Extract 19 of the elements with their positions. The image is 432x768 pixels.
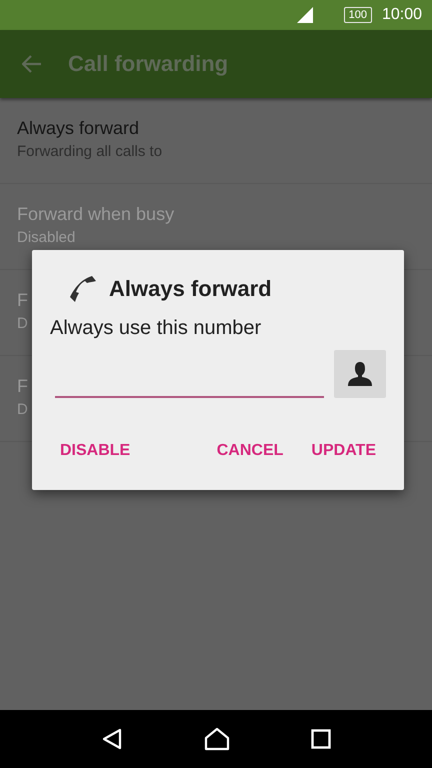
phone-icon	[67, 275, 97, 303]
clock: 10:00	[382, 6, 422, 24]
back-icon[interactable]	[100, 728, 123, 750]
screen-title: Call forwarding	[68, 51, 228, 77]
dialog-title: Always forward	[109, 276, 272, 302]
home-icon[interactable]	[204, 727, 230, 751]
recents-icon[interactable]	[311, 729, 332, 749]
dialog-button[interactable]: CANCEL	[206, 434, 294, 468]
dialog-message: Always use this number	[50, 317, 262, 340]
dialog-button[interactable]: UPDATE	[301, 434, 386, 468]
dialog-button[interactable]: DISABLE	[50, 434, 140, 468]
setting-summary: D	[17, 315, 28, 332]
setting-summary: Disabled	[17, 229, 76, 246]
contact-button[interactable]	[334, 350, 386, 398]
signal-icon	[296, 7, 314, 23]
battery-level: 100	[344, 7, 372, 23]
person-icon	[347, 361, 373, 387]
setting-summary: D	[17, 401, 28, 418]
setting-title[interactable]: Always forward	[17, 118, 140, 139]
